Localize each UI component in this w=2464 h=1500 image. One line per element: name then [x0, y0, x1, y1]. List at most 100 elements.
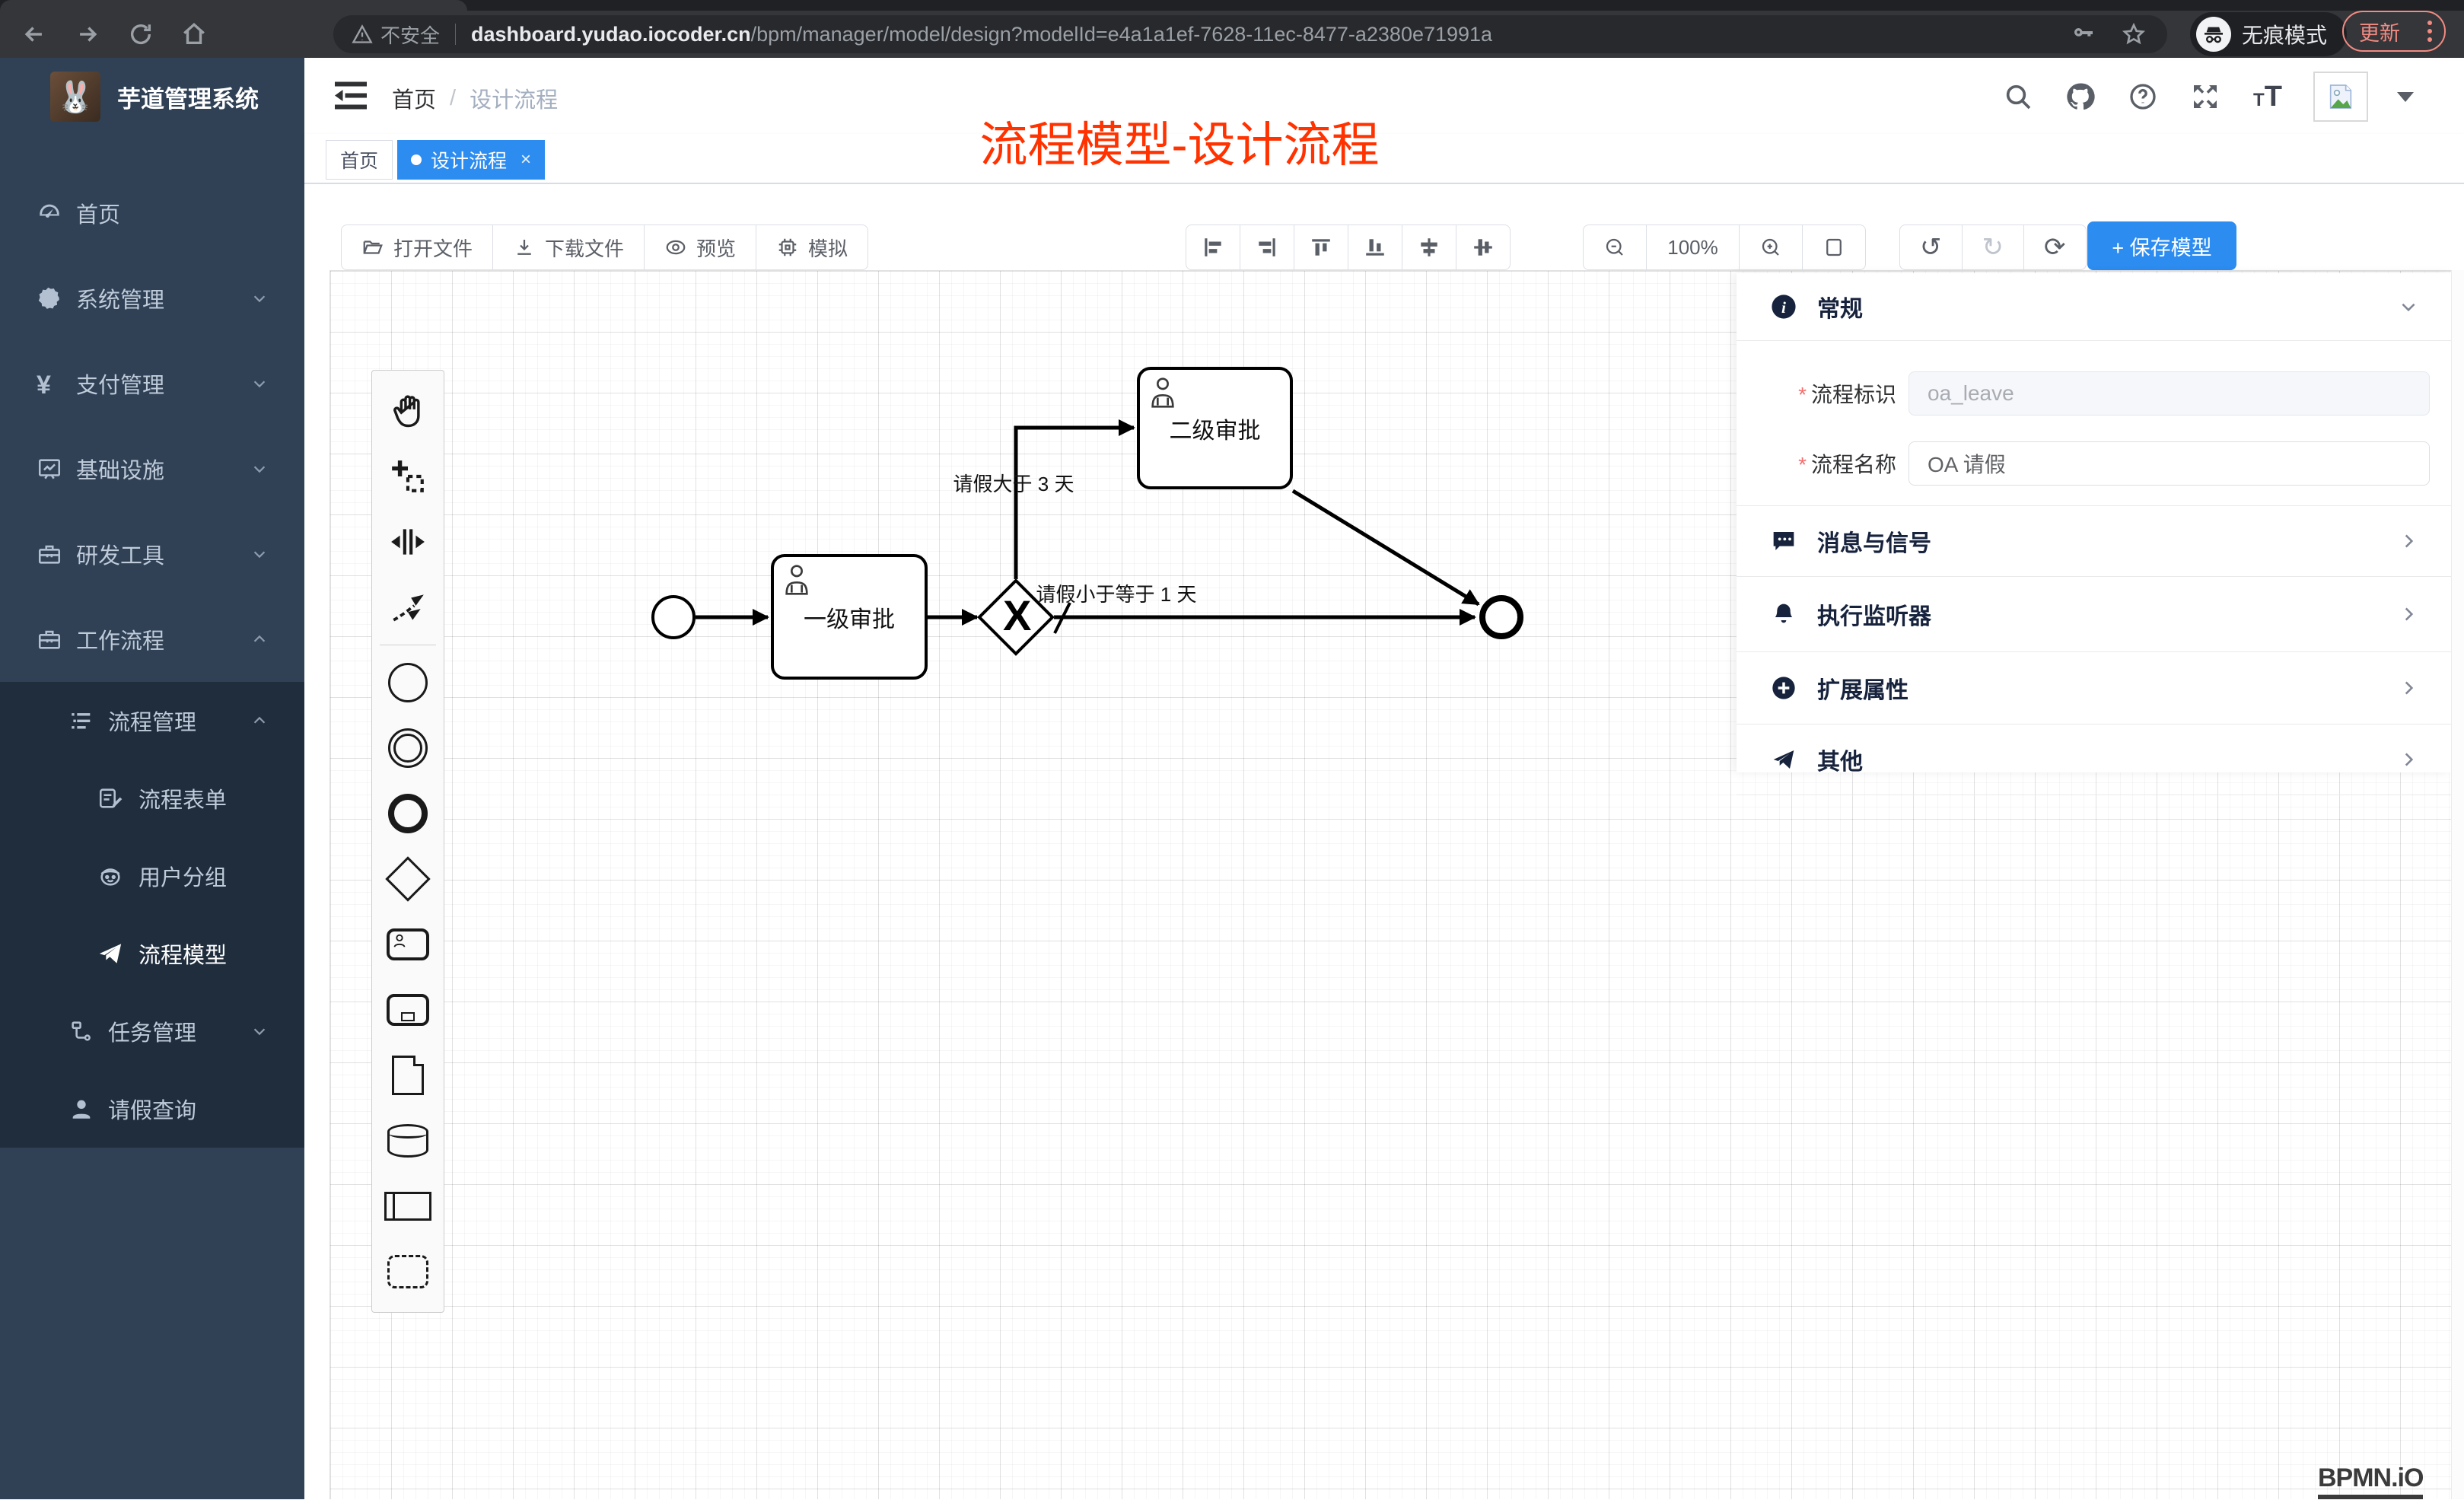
browser-menu-icon[interactable] — [2427, 21, 2432, 42]
toolbox-icon — [37, 626, 62, 652]
sidebar-item-system[interactable]: 系统管理 — [0, 256, 304, 341]
broken-image-icon — [2326, 81, 2356, 112]
align-left-button[interactable] — [1186, 225, 1240, 269]
general-fields: *流程标识 *流程名称 — [1737, 341, 2452, 506]
person-icon — [68, 1096, 94, 1122]
align-bottom-button[interactable] — [1348, 225, 1402, 269]
plus-circle-icon — [1770, 674, 1797, 702]
help-icon[interactable] — [2126, 80, 2160, 113]
restart-button[interactable]: ⟳ — [2024, 225, 2086, 269]
avatar-caret-icon[interactable] — [2397, 92, 2414, 102]
browser-reload-button[interactable] — [117, 11, 164, 58]
simulate-button[interactable]: 模拟 — [756, 225, 867, 269]
user-task-level1[interactable]: 一级审批 — [771, 554, 928, 680]
sidebar-item-home[interactable]: 首页 — [0, 170, 304, 256]
user-task-level2[interactable]: 二级审批 — [1137, 367, 1293, 489]
undo-button[interactable]: ↺ — [1900, 225, 1963, 269]
breadcrumb: 首页 / 设计流程 — [392, 82, 558, 114]
sidebar-item-infra[interactable]: 基础设施 — [0, 426, 304, 511]
browser-update-button[interactable]: 更新 — [2342, 11, 2446, 52]
tab-design-process[interactable]: 设计流程 × — [397, 140, 545, 180]
process-key-input[interactable] — [1908, 371, 2430, 416]
save-model-button[interactable]: + 保存模型 — [2087, 221, 2236, 270]
sidebar-item-process-form[interactable]: 流程表单 — [0, 760, 304, 837]
browser-active-tab[interactable] — [0, 0, 467, 11]
align-right-button[interactable] — [1240, 225, 1294, 269]
section-other[interactable]: 其他 — [1737, 725, 2452, 795]
sidebar-item-label: 支付管理 — [76, 368, 164, 400]
sidebar-item-devtools[interactable]: 研发工具 — [0, 511, 304, 597]
breadcrumb-home[interactable]: 首页 — [392, 82, 436, 114]
github-icon[interactable] — [2064, 80, 2097, 113]
chip-icon — [776, 236, 799, 259]
section-extended-attributes[interactable]: 扩展属性 — [1737, 652, 2452, 725]
not-secure-label: 不安全 — [380, 21, 440, 49]
align-center-horizontal-button[interactable] — [1402, 225, 1456, 269]
sidebar-item-label: 工作流程 — [76, 623, 164, 655]
task-label: 一级审批 — [804, 600, 895, 634]
fullscreen-icon[interactable] — [2189, 80, 2222, 113]
properties-panel: i 常规 *流程标识 *流程名称 消息与信号 — [1737, 273, 2452, 772]
key-icon[interactable] — [2071, 22, 2096, 46]
end-event[interactable] — [1479, 595, 1523, 639]
zoom-in-button[interactable] — [1740, 225, 1803, 269]
flow-condition-label: 请假小于等于 1 天 — [1017, 579, 1215, 607]
user-task-icon — [782, 563, 812, 597]
sidebar: 🐰 芋道管理系统 首页 系统管理 ¥ 支付管理 基础设施 研发工具 — [0, 58, 304, 1499]
font-size-icon[interactable]: TT — [2251, 80, 2284, 113]
zoom-reset-button[interactable] — [1803, 225, 1865, 269]
collapse-sidebar-icon[interactable] — [335, 81, 367, 111]
preview-button[interactable]: 预览 — [645, 225, 756, 269]
flow-condition-label: 请假大于 3 天 — [938, 469, 1090, 497]
warning-icon — [352, 24, 373, 45]
monitor-chart-icon — [37, 456, 62, 482]
section-general[interactable]: i 常规 — [1737, 273, 2452, 341]
sidebar-item-label: 研发工具 — [76, 538, 164, 570]
browser-url-bar[interactable]: 不安全 dashboard.yudao.iocoder.cn/bpm/manag… — [333, 15, 2167, 53]
bookmark-star-icon[interactable] — [2122, 22, 2146, 46]
bpmn-io-watermark[interactable]: BPMN.iO — [2318, 1463, 2423, 1499]
search-icon[interactable] — [2001, 80, 2035, 113]
sidebar-item-task-mgmt[interactable]: 任务管理 — [0, 992, 304, 1070]
app-logo-row[interactable]: 🐰 芋道管理系统 — [0, 58, 304, 135]
section-execution-listener[interactable]: 执行监听器 — [1737, 577, 2452, 652]
sidebar-item-process-model[interactable]: 流程模型 — [0, 915, 304, 992]
user-task-icon — [1148, 376, 1178, 409]
zoom-out-button[interactable] — [1584, 225, 1647, 269]
sidebar-item-process-mgmt[interactable]: 流程管理 — [0, 682, 304, 760]
paper-plane-icon — [97, 941, 123, 967]
incognito-badge: 无痕模式 — [2190, 12, 2347, 56]
close-tab-icon[interactable]: × — [520, 149, 531, 170]
scrollbar-track[interactable] — [2451, 270, 2464, 1499]
sidebar-item-leave-query[interactable]: 请假查询 — [0, 1070, 304, 1148]
message-icon — [1770, 527, 1797, 555]
browser-forward-button[interactable] — [64, 11, 111, 58]
section-label: 其他 — [1817, 743, 1863, 776]
browser-back-button[interactable] — [11, 11, 58, 58]
sidebar-item-label: 任务管理 — [108, 1015, 196, 1047]
section-message-signal[interactable]: 消息与信号 — [1737, 506, 2452, 577]
workflow-submenu: 流程管理 流程表单 用户分组 流程模型 任务管理 请假 — [0, 682, 304, 1148]
align-center-vertical-button[interactable] — [1456, 225, 1510, 269]
process-name-input[interactable] — [1908, 441, 2430, 486]
download-file-button[interactable]: 下载文件 — [493, 225, 645, 269]
start-event[interactable] — [651, 595, 696, 639]
section-label: 执行监听器 — [1817, 597, 1931, 631]
align-top-button[interactable] — [1294, 225, 1348, 269]
required-asterisk: * — [1798, 383, 1807, 406]
eye-icon — [664, 236, 687, 259]
sidebar-item-label: 基础设施 — [76, 453, 164, 485]
tab-home[interactable]: 首页 — [326, 140, 393, 180]
sidebar-item-user-group[interactable]: 用户分组 — [0, 837, 304, 915]
open-file-button[interactable]: 打开文件 — [342, 225, 493, 269]
redo-button[interactable]: ↻ — [1963, 225, 2025, 269]
task-label: 二级审批 — [1170, 412, 1261, 445]
url-separator — [455, 24, 456, 45]
browser-home-button[interactable] — [170, 11, 218, 58]
chevron-up-icon — [251, 631, 268, 648]
avatar[interactable] — [2313, 72, 2368, 122]
sidebar-item-payment[interactable]: ¥ 支付管理 — [0, 341, 304, 426]
sidebar-item-workflow[interactable]: 工作流程 — [0, 597, 304, 682]
annotation-title: 流程模型-设计流程 — [906, 107, 1453, 176]
browser-tabstrip — [0, 0, 2464, 11]
